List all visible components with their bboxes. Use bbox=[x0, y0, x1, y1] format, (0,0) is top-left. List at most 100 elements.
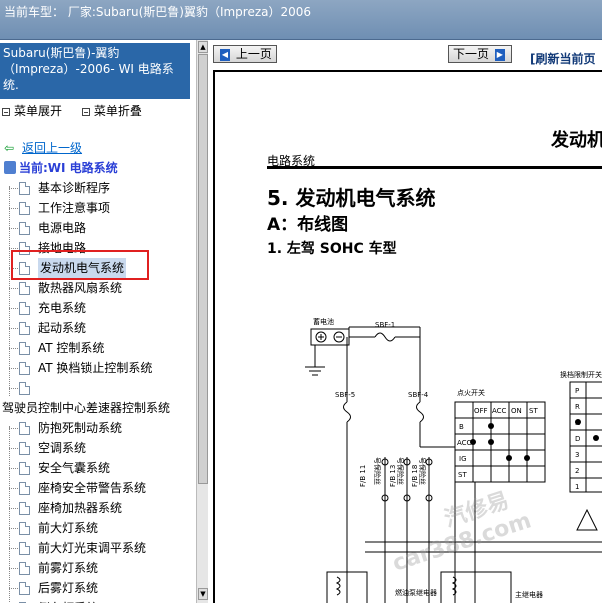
tree-item-label: 座椅安全带警告系统 bbox=[38, 481, 147, 495]
tree-item[interactable]: 前雾灯系统 bbox=[0, 558, 195, 578]
scroll-down-arrow[interactable]: ▼ bbox=[198, 588, 208, 600]
tree-row-back[interactable]: ⇦ 返回上一级 bbox=[0, 138, 195, 158]
label-off: OFF bbox=[474, 407, 488, 415]
document-icon bbox=[19, 462, 30, 475]
tree-item-label: 后雾灯系统 bbox=[38, 581, 99, 595]
tree-item[interactable]: 座椅加热器系统 bbox=[0, 498, 195, 518]
doc-heading-3: 1. 左驾 SOHC 车型 bbox=[267, 241, 397, 257]
tree-guide-line bbox=[9, 426, 10, 603]
tree-item-label: 座椅加热器系统 bbox=[38, 501, 123, 515]
tree-item[interactable]: 基本诊断程序 bbox=[0, 178, 195, 198]
left-pane-header: Subaru(斯巴鲁)-翼豹（Impreza）-2006- WI 电路系统. bbox=[0, 43, 190, 99]
tree-item[interactable]: 防抱死制动系统 bbox=[0, 418, 195, 438]
tree-item[interactable] bbox=[0, 378, 195, 398]
tree-item[interactable]: AT 控制系统 bbox=[0, 338, 195, 358]
label-p: P bbox=[575, 387, 579, 395]
folder-icon bbox=[4, 161, 16, 174]
label-n: N bbox=[575, 419, 580, 427]
document-icon bbox=[19, 282, 30, 295]
document-icon bbox=[19, 362, 30, 375]
page-nav-bar: ◀ 上一页 下一页 ▶ [刷新当前页 bbox=[210, 40, 602, 70]
tree-item[interactable]: 起动系统 bbox=[0, 318, 195, 338]
label-st2: ST bbox=[458, 471, 467, 479]
label-acc2: ACC bbox=[457, 439, 472, 447]
label-fb13: F/B 13 bbox=[389, 465, 397, 487]
label-ig: IG bbox=[459, 455, 467, 463]
tree-item[interactable]: 前大灯光束调平系统 bbox=[0, 538, 195, 558]
label-on: ON bbox=[511, 407, 522, 415]
doc-heading-1: 5. 发动机电气系统 bbox=[267, 186, 436, 210]
label-acc: ACC bbox=[492, 407, 507, 415]
tree-item-label: AT 换档锁止控制系统 bbox=[38, 361, 153, 375]
tree-item-label: 散热器风扇系统 bbox=[38, 281, 123, 295]
wiring-document: 发动机 电路系统 5. 发动机电气系统 A：布线图 1. 左驾 SOHC 车型 bbox=[213, 70, 602, 603]
label-fuse-no-1: 号保险丝 bbox=[373, 457, 382, 485]
tree-guide-line bbox=[9, 186, 10, 396]
tree-item[interactable]: 后雾灯系统 bbox=[0, 578, 195, 598]
scroll-thumb[interactable] bbox=[198, 54, 208, 484]
doc-section-title: 发动机 bbox=[551, 130, 602, 151]
document-icon bbox=[19, 342, 30, 355]
menu-collapse-button[interactable]: 菜单折叠 bbox=[81, 104, 150, 118]
tree-item[interactable]: 前大灯系统 bbox=[0, 518, 195, 538]
tree-item[interactable]: AT 换档锁止控制系统 bbox=[0, 358, 195, 378]
tree-item-label: 前大灯光束调平系统 bbox=[38, 541, 147, 555]
document-icon bbox=[19, 422, 30, 435]
tree-item-label: 安全气囊系统 bbox=[38, 461, 111, 475]
tree-item-label: 电源电路 bbox=[38, 221, 87, 235]
tree-item-label: 基本诊断程序 bbox=[38, 181, 111, 195]
tree-item-label: 倒车灯系统 bbox=[38, 598, 98, 603]
tree-item[interactable]: 充电系统 bbox=[0, 298, 195, 318]
document-icon bbox=[19, 502, 30, 515]
left-scrollbar[interactable]: ▲ ▼ bbox=[196, 40, 208, 603]
document-icon bbox=[19, 302, 30, 315]
battery-box bbox=[310, 328, 350, 346]
arrow-right-icon: ▶ bbox=[494, 48, 505, 61]
tree-item[interactable]: 座椅安全带警告系统 bbox=[0, 478, 195, 498]
doc-divider bbox=[267, 166, 602, 169]
arrow-left-icon: ◀ bbox=[220, 48, 230, 61]
fuse-sbf5-icon bbox=[343, 401, 351, 423]
menu-expand-button[interactable]: 菜单展开 bbox=[2, 104, 70, 118]
fuse-sbf1-icon bbox=[374, 332, 396, 342]
tree-item[interactable]: 工作注意事项 bbox=[0, 198, 195, 218]
document-icon bbox=[19, 522, 30, 535]
document-icon bbox=[19, 542, 30, 555]
scroll-up-arrow[interactable]: ▲ bbox=[198, 41, 208, 53]
tree-item-label: 前大灯系统 bbox=[38, 521, 99, 535]
current-node-label: 当前:WI 电路系统 bbox=[19, 161, 118, 175]
next-page-button[interactable]: 下一页 ▶ bbox=[448, 45, 512, 63]
tree-row-current[interactable]: 当前:WI 电路系统 bbox=[0, 158, 195, 178]
tree-item[interactable]: 空调系统 bbox=[0, 438, 195, 458]
label-battery: 蓄电池 bbox=[313, 317, 334, 326]
tree-item-label: 前雾灯系统 bbox=[38, 561, 99, 575]
label-1: 1 bbox=[575, 483, 579, 491]
prev-page-button[interactable]: ◀ 上一页 bbox=[213, 45, 277, 63]
tree-item-label: 防抱死制动系统 bbox=[38, 421, 123, 435]
top-bar: 当前车型： 厂家:Subaru(斯巴鲁)翼豹（Impreza）2006 bbox=[0, 0, 602, 40]
tree-item-label: 充电系统 bbox=[38, 301, 87, 315]
selection-highlight-box bbox=[11, 250, 149, 280]
label-fb18: F/B 18 bbox=[411, 465, 419, 487]
refresh-page-link[interactable]: [刷新当前页 bbox=[530, 50, 596, 67]
label-3: 3 bbox=[575, 451, 579, 459]
document-icon bbox=[19, 182, 30, 195]
back-arrow-icon: ⇦ bbox=[4, 141, 15, 155]
tree-item[interactable]: 电源电路 bbox=[0, 218, 195, 238]
menu-toggle-bar: 菜单展开 菜单折叠 bbox=[2, 102, 158, 119]
label-sbf4: SBF-4 bbox=[408, 391, 429, 399]
document-icon bbox=[19, 582, 30, 595]
label-ignition-switch: 点火开关 bbox=[457, 388, 485, 397]
label-fuel-pump-relay: 燃油泵继电器 bbox=[395, 588, 437, 597]
tree-item-label: 起动系统 bbox=[38, 321, 87, 335]
label-inhibitor: 换档限制开关 bbox=[560, 370, 602, 379]
tree-item[interactable]: 安全气囊系统 bbox=[0, 458, 195, 478]
back-link[interactable]: 返回上一级 bbox=[22, 141, 82, 155]
label-main-relay: 主继电器 bbox=[515, 590, 543, 599]
tree-group-row[interactable]: 驾驶员控制中心差速器控制系统 bbox=[0, 398, 195, 418]
tree-item[interactable]: 倒车灯系统 bbox=[0, 598, 195, 603]
label-st: ST bbox=[529, 407, 538, 415]
tree-item-label: 工作注意事项 bbox=[38, 201, 111, 215]
tree-item[interactable]: 散热器风扇系统 bbox=[0, 278, 195, 298]
fuse-sbf4-icon bbox=[416, 401, 424, 423]
